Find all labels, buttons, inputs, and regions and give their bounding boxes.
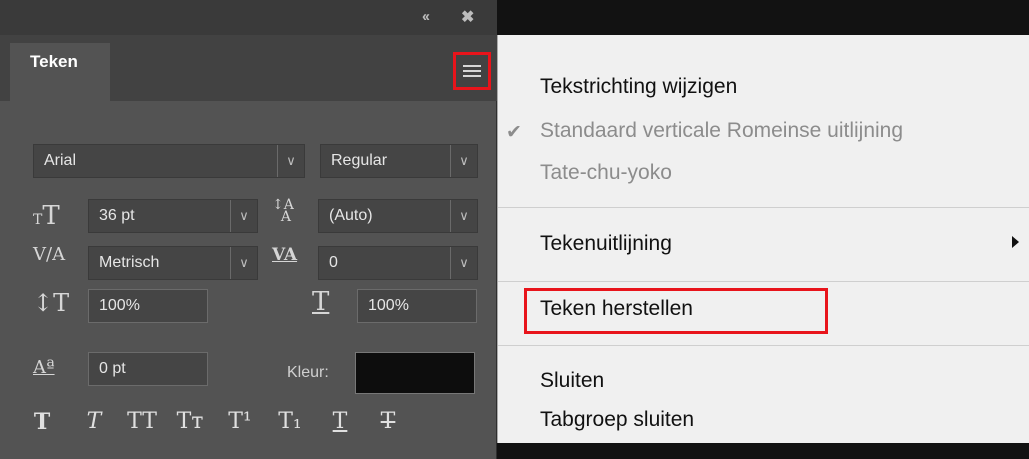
font-size-value: 36 pt (99, 207, 135, 224)
menu-bottom-dark-area (497, 443, 1029, 459)
font-size-icon: TT (33, 201, 60, 231)
baseline-shift-icon: Aª (33, 357, 55, 378)
faux-italic-button[interactable]: T (76, 409, 112, 435)
menu-top-dark-area (497, 0, 1029, 35)
underline-button[interactable]: T (322, 409, 358, 435)
leading-select[interactable]: (Auto) ∨ (318, 199, 478, 233)
menu-item-character-alignment[interactable]: Tekenuitlijning (540, 232, 672, 256)
tracking-icon: VA (272, 245, 298, 265)
panel-flyout-menu: Tekstrichting wijzigen ✔ Standaard verti… (497, 35, 1029, 459)
menu-item-standard-vertical-roman-alignment[interactable]: Standaard verticale Romeinse uitlijning (540, 119, 903, 143)
small-caps-button[interactable]: Tт (172, 409, 208, 435)
character-panel: ‹‹ ✖ Teken Arial ∨ Regular ∨ TT 36 pt ∨ … (0, 0, 497, 459)
tracking-select[interactable]: 0 ∨ (318, 246, 478, 280)
font-family-select[interactable]: Arial ∨ (33, 144, 305, 178)
superscript-button[interactable]: T¹ (222, 409, 258, 435)
menu-item-change-text-orientation[interactable]: Tekstrichting wijzigen (540, 75, 737, 99)
chevron-down-icon: ∨ (450, 200, 477, 232)
chevron-down-icon: ∨ (450, 247, 477, 279)
color-label: Kleur: (287, 364, 329, 381)
faux-bold-button[interactable]: T (24, 409, 60, 435)
menu-separator (498, 207, 1029, 208)
chevron-down-icon: ∨ (277, 145, 304, 177)
menu-item-close-tab-group[interactable]: Tabgroep sluiten (540, 408, 694, 432)
all-caps-button[interactable]: TT (124, 409, 160, 435)
kerning-select[interactable]: Metrisch ∨ (88, 246, 258, 280)
color-swatch[interactable] (355, 352, 475, 394)
highlight-box (524, 288, 828, 334)
menu-item-close[interactable]: Sluiten (540, 369, 604, 393)
horizontal-scale-field[interactable]: 100% (357, 289, 477, 323)
chevron-down-icon: ∨ (450, 145, 477, 177)
kerning-value: Metrisch (99, 254, 160, 271)
font-style-value: Regular (331, 152, 388, 169)
panel-menu-button[interactable] (453, 52, 491, 90)
vertical-scale-field[interactable]: 100% (88, 289, 208, 323)
panel-title-strip: ‹‹ ✖ (0, 0, 497, 35)
font-size-select[interactable]: 36 pt ∨ (88, 199, 258, 233)
chevron-down-icon: ∨ (230, 247, 257, 279)
horizontal-scale-icon: T (312, 287, 330, 317)
tab-label: Teken (30, 52, 78, 71)
hamburger-menu-icon (463, 65, 481, 77)
check-icon: ✔ (506, 122, 522, 143)
strikethrough-button[interactable]: T (370, 409, 406, 435)
close-icon[interactable]: ✖ (461, 7, 474, 27)
chevron-down-icon: ∨ (230, 200, 257, 232)
font-style-select[interactable]: Regular ∨ (320, 144, 478, 178)
leading-icon: ↕A A (272, 197, 294, 225)
tab-teken[interactable]: Teken (10, 43, 110, 101)
tracking-value: 0 (329, 254, 338, 271)
menu-separator (498, 281, 1029, 282)
leading-value: (Auto) (329, 207, 373, 224)
collapse-icon[interactable]: ‹‹ (422, 8, 430, 25)
font-family-value: Arial (44, 152, 77, 169)
baseline-shift-field[interactable]: 0 pt (88, 352, 208, 386)
kerning-icon: V/A (33, 244, 66, 265)
vertical-scale-icon: ↕T (33, 289, 70, 317)
subscript-button[interactable]: T₁ (272, 409, 308, 435)
menu-item-tate-chu-yoko[interactable]: Tate-chu-yoko (540, 161, 672, 185)
menu-separator (498, 345, 1029, 346)
submenu-arrow-icon (1012, 236, 1019, 248)
